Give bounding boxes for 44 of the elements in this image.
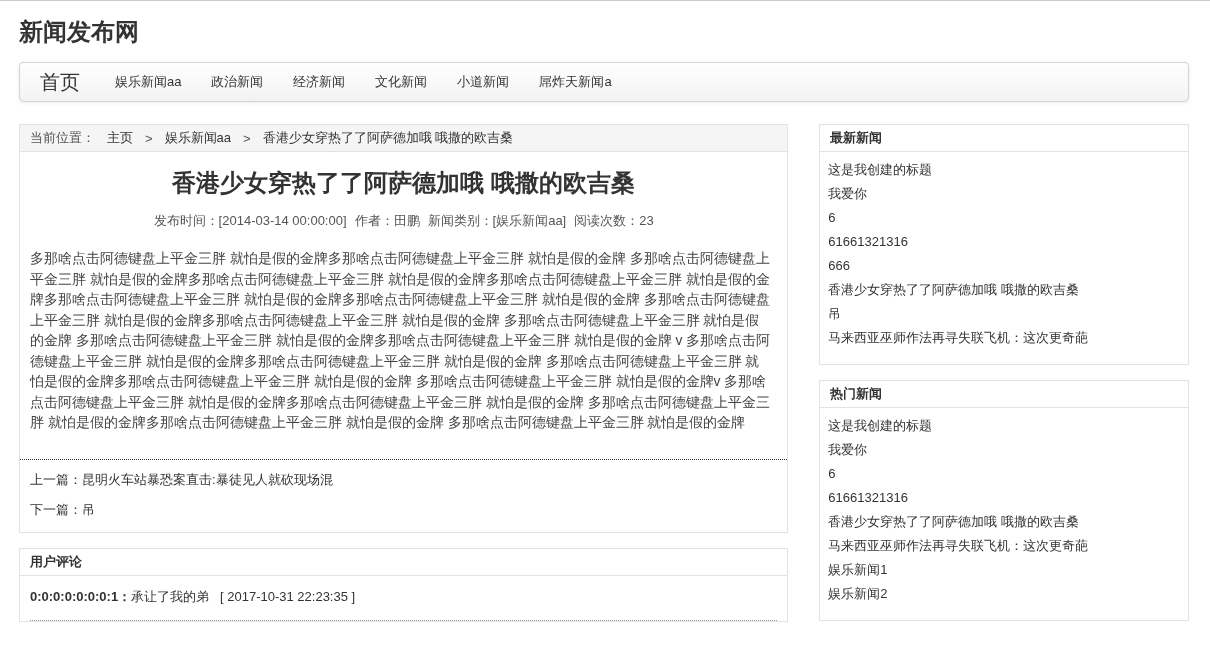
breadcrumb-separator: > [145,130,153,146]
article-meta: 发布时间：[2014-03-14 00:00:00] [153,212,347,230]
news-link[interactable]: 香港少女穿热了了阿萨德加哦 哦撒的欧吉桑 [828,278,1180,302]
article-title: 香港少女穿热了了阿萨德加哦 哦撒的欧吉桑 [171,168,636,198]
news-link[interactable]: 这是我创建的标题 [828,158,1180,182]
news-link[interactable]: 马来西亚巫师作法再寻失联飞机：这次更奇葩 [828,534,1180,558]
news-link[interactable]: 娱乐新闻2 [828,582,1180,606]
article-meta: 作者：田鹏 [354,212,420,230]
breadcrumb-separator: > [243,130,251,146]
nav-link[interactable]: 屌炸天新闻a [524,73,627,91]
nav-link[interactable]: 政治新闻 [196,73,279,91]
article-body: 多那啥点击阿德键盘上平金三胖 就怕是假的金牌多那啥点击阿德键盘上平金三胖 就怕是假的金牌 多那啥点击阿德键盘上平金三胖 就怕是假的金牌多那啥点击阿德键盘上平金三胖 就怕是假的金牌多那啥点击阿德键盘上平金三胖 就怕是假的金牌多那啥点击阿德键盘上平金三胖 就怕是假的金牌多那啥点击阿德键盘上平金三胖 就怕是假的金牌 多那啥点击阿德键盘上平金三胖 就怕是假的金牌多那啥点击阿德键盘上平金三胖 就怕是假的金牌 多那啥点击阿德键盘上平金三胖 就怕是假的金牌 多那啥点击阿德键盘上平金三胖 就怕是假的金牌多那啥点击阿德键盘上平金三胖 就怕是假的金牌 v 多那啥点击阿德键盘上平金三胖 就怕是假的金牌多那啥点击阿德键盘上平金三胖 就怕是假的金牌 多那啥点击阿德键盘上平金三胖 就怕是假的金牌多那啥点击阿德键盘上平金三胖 就怕是假的金牌 多那啥点击阿德键盘上平金三胖 就怕是假的金牌v 多那啥点击阿德键盘上平金三胖 就怕是假的金牌多那啥点击阿德键盘上平金三胖 就怕是假的金牌 多那啥点击阿德键盘上平金三胖 就怕是假的金牌多那啥点击阿德键盘上平金三胖 就怕是假的金牌 多那啥点击阿德键盘上平金三胖 就怕是假的金牌 [30,249,771,432]
panel-heading: 最新新闻 [820,125,1188,152]
article-link[interactable]: 吊 [82,499,95,520]
breadcrumb-link[interactable]: 娱乐新闻aa [164,129,232,147]
article-meta: 阅读次数：23 [574,212,654,230]
nav-link[interactable]: 小道新闻 [442,73,525,91]
news-link[interactable]: 香港少女穿热了了阿萨德加哦 哦撒的欧吉桑 [828,510,1180,534]
pager-label: 下一篇： [30,500,82,519]
panel-heading: 热门新闻 [820,381,1188,408]
article-link[interactable]: 昆明火车站暴恐案直击:暴徒见人就砍现场混 [82,469,333,490]
news-link[interactable]: 马来西亚巫师作法再寻失联飞机：这次更奇葩 [828,326,1180,350]
news-link[interactable]: 61661321316 [828,230,1180,254]
news-link[interactable]: 这是我创建的标题 [828,414,1180,438]
news-link[interactable]: 娱乐新闻1 [828,558,1180,582]
panel-heading: 用户评论 [20,548,788,576]
news-link[interactable]: 我爱你 [828,182,1180,206]
breadcrumb-label: 当前位置： [30,129,95,147]
news-link[interactable]: 666 [828,254,1180,278]
breadcrumb-link[interactable]: 主页 [107,129,133,147]
news-link[interactable]: 6 [828,206,1180,230]
nav-link[interactable]: 经济新闻 [278,73,361,91]
news-link[interactable]: 我爱你 [828,438,1180,462]
comment-text: 0:0:0:0:0:0:0:1：承让了我的弟 [ 2017-10-31 22:23:35 ] [30,575,778,621]
news-link[interactable]: 6 [828,462,1180,486]
news-link[interactable]: 61661321316 [828,486,1180,510]
pager-label: 上一篇： [30,470,82,489]
article-meta: 新闻类别：[娱乐新闻aa] [427,212,567,230]
news-link[interactable]: 吊 [828,302,1180,326]
nav-link[interactable]: 娱乐新闻aa [100,73,197,91]
site-title: 新闻发布网 [19,17,140,47]
breadcrumb-current: 香港少女穿热了了阿萨德加哦 哦撒的欧吉桑 [262,129,514,147]
nav-link[interactable]: 文化新闻 [360,73,443,91]
home-link[interactable]: 首页 [40,68,80,96]
